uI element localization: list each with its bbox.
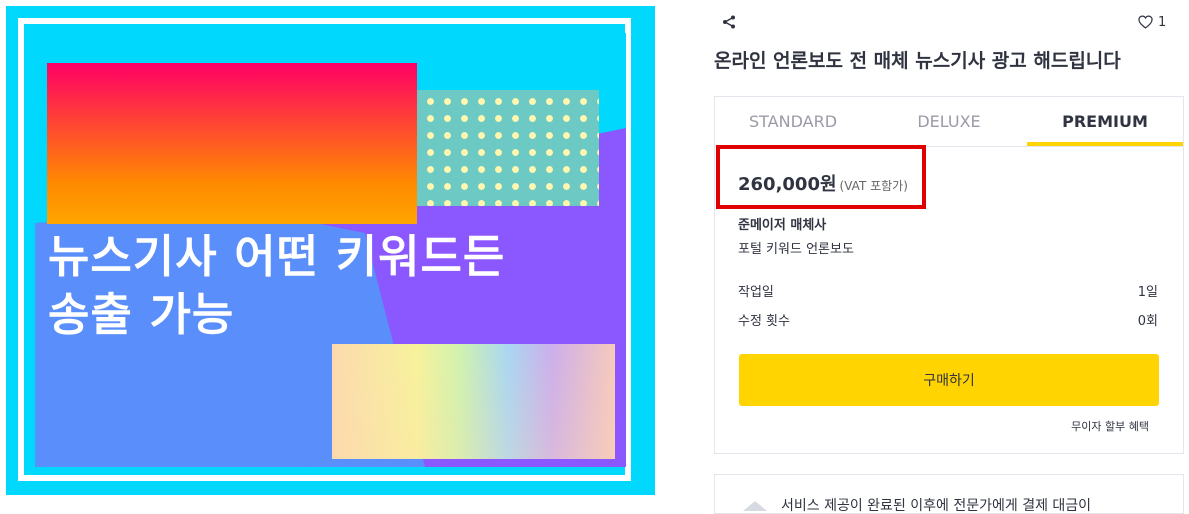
share-icon[interactable]: [721, 14, 737, 30]
like-count: 1: [1158, 14, 1167, 30]
product-thumbnail-banner[interactable]: 뉴스기사 어떤 키워드든 송출 가능: [6, 6, 655, 495]
buy-button[interactable]: 구매하기: [739, 354, 1159, 406]
work-days-value: 1일: [1137, 285, 1158, 300]
like-button[interactable]: 1: [1138, 12, 1166, 32]
notice-box: 서비스 제공이 완료된 이후에 전문가에게 결제 대금이: [714, 474, 1184, 514]
notice-text: 서비스 제공이 완료된 이후에 전문가에게 결제 대금이: [781, 498, 1092, 514]
active-tab-indicator: [1027, 142, 1183, 146]
installment-benefit-link[interactable]: 무이자 할부 혜택: [1071, 418, 1149, 434]
tab-premium[interactable]: PREMIUM: [1027, 97, 1183, 146]
tab-deluxe[interactable]: DELUXE: [871, 97, 1027, 146]
package-tabs: STANDARD DELUXE PREMIUM: [715, 97, 1183, 147]
banner-headline-line1: 뉴스기사 어떤 키워드든: [48, 230, 506, 283]
package-price: 260,000원 (VAT 포함가): [738, 170, 908, 196]
shield-icon: [743, 501, 767, 511]
price-vat-note: (VAT 포함가): [839, 179, 908, 193]
heart-outline-icon: [1138, 15, 1153, 29]
product-title: 온라인 언론보도 전 매체 뉴스기사 광고 해드립니다: [714, 50, 1121, 72]
banner-gradient-block: [47, 63, 417, 224]
work-days-label: 작업일: [738, 285, 774, 300]
tab-standard[interactable]: STANDARD: [715, 97, 871, 146]
revisions-value: 0회: [1137, 314, 1158, 329]
package-name: 준메이저 매체사: [738, 218, 827, 233]
banner-headline: 뉴스기사 어떤 키워드든 송출 가능: [48, 228, 505, 344]
package-description: 포털 키워드 언론보도: [738, 242, 854, 257]
banner-polka-dots: [417, 90, 599, 206]
banner-headline-line2: 송출 가능: [48, 288, 235, 341]
revisions-label: 수정 횟수: [738, 314, 790, 329]
banner-rainbow-block: [332, 344, 615, 459]
price-amount: 260,000원: [738, 174, 837, 195]
